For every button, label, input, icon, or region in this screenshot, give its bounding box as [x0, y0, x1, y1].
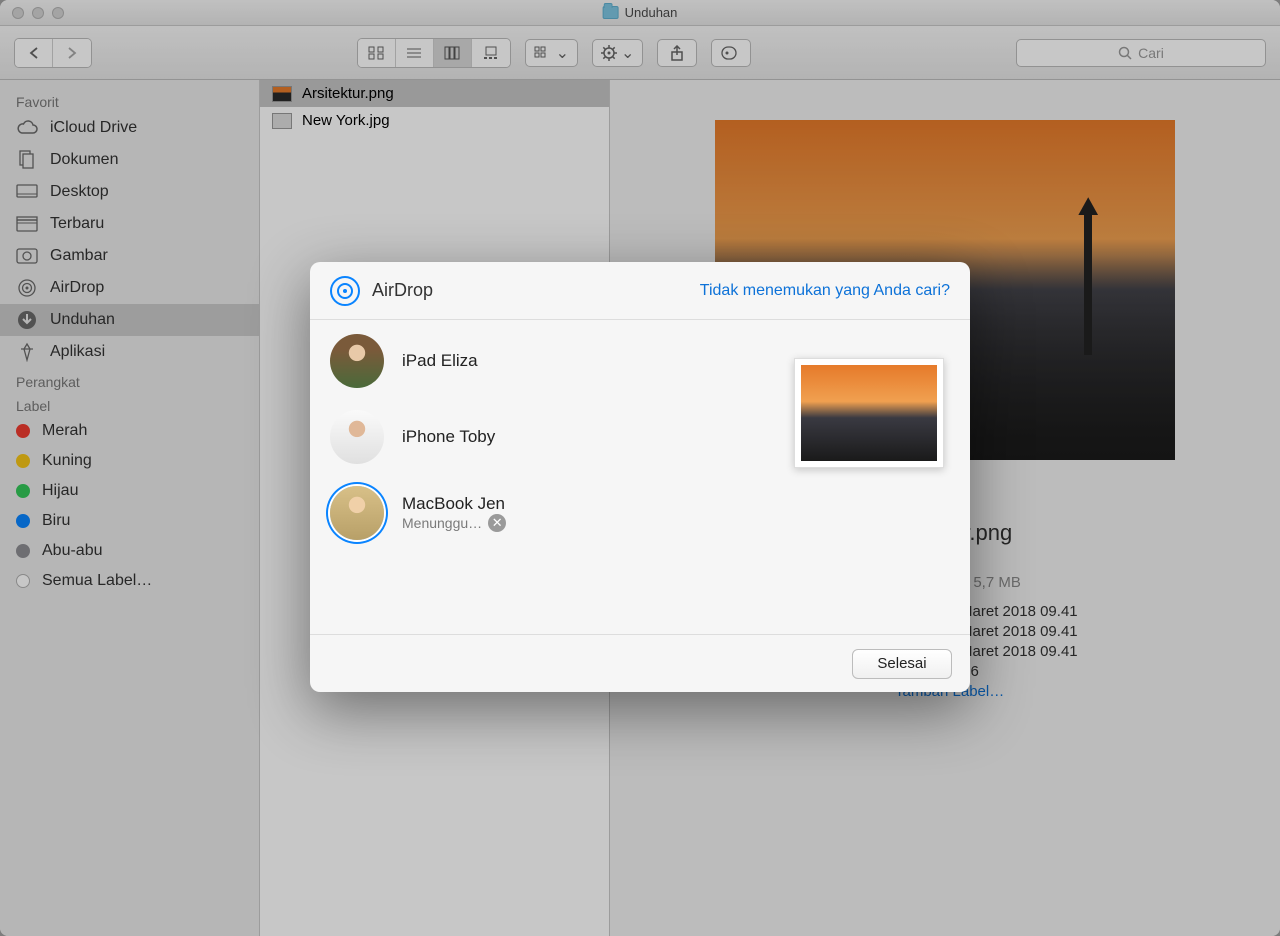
- sheet-body: iPad Eliza iPhone Toby MacBook Jen Menun…: [310, 320, 970, 634]
- recipient[interactable]: iPhone Toby: [330, 410, 506, 464]
- sheet-preview-thumb: [794, 358, 944, 468]
- done-button[interactable]: Selesai: [852, 649, 952, 679]
- avatar-icon: [330, 410, 384, 464]
- cancel-send-icon[interactable]: ✕: [488, 514, 506, 532]
- sheet-footer: Selesai: [310, 634, 970, 692]
- sheet-header: AirDrop Tidak menemukan yang Anda cari?: [310, 262, 970, 320]
- recipient[interactable]: MacBook Jen Menunggu… ✕: [330, 486, 506, 540]
- airdrop-sheet: AirDrop Tidak menemukan yang Anda cari? …: [310, 262, 970, 692]
- avatar-icon: [330, 334, 384, 388]
- recipient[interactable]: iPad Eliza: [330, 334, 506, 388]
- help-link[interactable]: Tidak menemukan yang Anda cari?: [700, 282, 950, 300]
- recipient-list: iPad Eliza iPhone Toby MacBook Jen Menun…: [330, 334, 506, 620]
- recipient-name: iPhone Toby: [402, 427, 495, 447]
- airdrop-icon: [330, 276, 360, 306]
- recipient-name: MacBook Jen: [402, 494, 506, 514]
- avatar-icon: [330, 486, 384, 540]
- recipient-status: Menunggu…: [402, 515, 482, 531]
- sheet-title: AirDrop: [372, 280, 433, 301]
- recipient-name: iPad Eliza: [402, 351, 478, 371]
